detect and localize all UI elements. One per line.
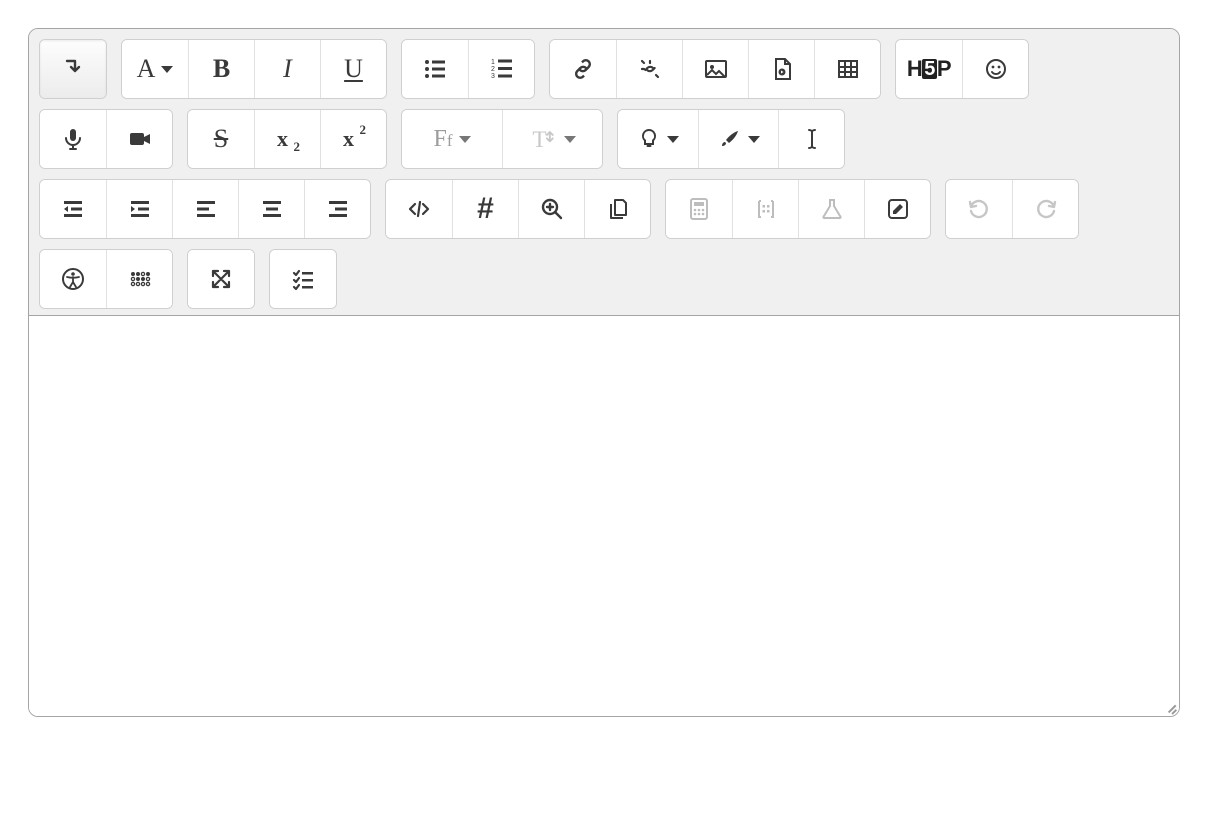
media-button[interactable]: [748, 40, 814, 98]
background-color-dropdown[interactable]: [698, 110, 778, 168]
svg-text:2: 2: [491, 66, 495, 73]
align-right-button[interactable]: [304, 180, 370, 238]
chemistry-button[interactable]: [798, 180, 864, 238]
svg-text:3: 3: [491, 73, 495, 80]
edit-button[interactable]: [864, 180, 930, 238]
superscript-icon: x2: [343, 126, 364, 152]
paragraph-style-dropdown[interactable]: A: [122, 40, 188, 98]
matrix-button[interactable]: [732, 180, 798, 238]
accessibility-checker-button[interactable]: [40, 250, 106, 308]
redo-button[interactable]: [1012, 180, 1078, 238]
align-center-icon: [260, 197, 284, 221]
image-button[interactable]: [682, 40, 748, 98]
calculator-icon: [687, 197, 711, 221]
copy-files-icon: [606, 197, 630, 221]
html-source-button[interactable]: [386, 180, 452, 238]
checklist-icon: [291, 267, 315, 291]
chevron-down-icon: [748, 136, 760, 143]
microphone-icon: [61, 127, 85, 151]
undo-button[interactable]: [946, 180, 1012, 238]
align-left-icon: [194, 197, 218, 221]
zoom-in-icon: [540, 197, 564, 221]
font-color-dropdown[interactable]: [618, 110, 698, 168]
superscript-button[interactable]: x2: [320, 110, 386, 168]
record-audio-button[interactable]: [40, 110, 106, 168]
outdent-button[interactable]: [40, 180, 106, 238]
flask-icon: [820, 197, 844, 221]
underline-button[interactable]: U: [320, 40, 386, 98]
expand-icon: [209, 267, 233, 291]
outdent-icon: [61, 197, 85, 221]
unlink-button[interactable]: [616, 40, 682, 98]
ordered-list-button[interactable]: 123: [468, 40, 534, 98]
editor-toolbar: A B I U 123: [29, 29, 1179, 316]
bold-button[interactable]: B: [188, 40, 254, 98]
fullscreen-button[interactable]: [188, 250, 254, 308]
subscript-button[interactable]: x2: [254, 110, 320, 168]
screen-reader-button[interactable]: [106, 250, 172, 308]
hash-button[interactable]: #: [452, 180, 518, 238]
preview-button[interactable]: [518, 180, 584, 238]
record-video-button[interactable]: [106, 110, 172, 168]
braille-icon: [128, 267, 152, 291]
collapse-arrow-icon: [61, 57, 85, 81]
hash-icon: #: [477, 194, 494, 224]
accessibility-icon: [61, 267, 85, 291]
lightbulb-icon: [637, 127, 661, 151]
font-family-dropdown[interactable]: Ff: [402, 110, 502, 168]
font-size-dropdown[interactable]: T: [502, 110, 602, 168]
chevron-down-icon: [667, 136, 679, 143]
code-icon: [407, 197, 431, 221]
link-button[interactable]: [550, 40, 616, 98]
font-size-icon: T: [530, 125, 558, 153]
toggle-toolbar-button[interactable]: [40, 40, 106, 98]
rich-text-editor: A B I U 123: [28, 28, 1180, 717]
video-camera-icon: [128, 127, 152, 151]
redo-icon: [1034, 197, 1058, 221]
font-family-icon: Ff: [433, 126, 452, 153]
smile-icon: [984, 57, 1008, 81]
subscript-icon: x2: [277, 126, 298, 152]
table-button[interactable]: [814, 40, 880, 98]
toolbar-row-1: A B I U 123: [39, 39, 1169, 99]
align-right-icon: [326, 197, 350, 221]
clear-formatting-button[interactable]: [778, 110, 844, 168]
checklist-button[interactable]: [270, 250, 336, 308]
svg-text:T: T: [532, 127, 546, 153]
chevron-down-icon: [459, 136, 471, 143]
emoji-button[interactable]: [962, 40, 1028, 98]
h5p-icon: H5P: [907, 56, 951, 82]
paint-brush-icon: [718, 127, 742, 151]
link-icon: [571, 57, 595, 81]
svg-text:1: 1: [491, 59, 495, 66]
italic-button[interactable]: I: [254, 40, 320, 98]
indent-icon: [128, 197, 152, 221]
ordered-list-icon: 123: [490, 57, 514, 81]
undo-icon: [967, 197, 991, 221]
align-center-button[interactable]: [238, 180, 304, 238]
manage-files-button[interactable]: [584, 180, 650, 238]
chevron-down-icon: [564, 136, 576, 143]
unordered-list-button[interactable]: [402, 40, 468, 98]
toolbar-row-3: #: [39, 179, 1169, 239]
equation-button[interactable]: [666, 180, 732, 238]
h5p-button[interactable]: H5P: [896, 40, 962, 98]
matrix-icon: [754, 197, 778, 221]
text-cursor-icon: [800, 127, 824, 151]
pencil-square-icon: [886, 197, 910, 221]
strikethrough-button[interactable]: S: [188, 110, 254, 168]
bullet-list-icon: [423, 57, 447, 81]
image-icon: [704, 57, 728, 81]
paragraph-style-label: A: [137, 56, 156, 82]
editor-content-area[interactable]: [29, 316, 1179, 716]
table-icon: [836, 57, 860, 81]
chevron-down-icon: [161, 66, 173, 73]
unlink-icon: [638, 57, 662, 81]
align-left-button[interactable]: [172, 180, 238, 238]
toolbar-row-4: [39, 249, 1169, 309]
indent-button[interactable]: [106, 180, 172, 238]
file-video-icon: [770, 57, 794, 81]
toolbar-row-2: S x2 x2 Ff T: [39, 109, 1169, 169]
